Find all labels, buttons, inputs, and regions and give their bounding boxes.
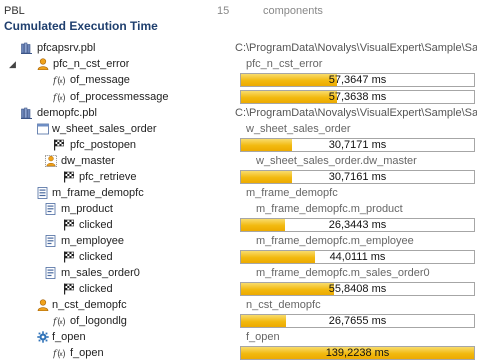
page-title: Cumulated Execution Time <box>4 19 158 33</box>
tree-item-label: pfc_postopen <box>70 139 137 151</box>
execution-time-bar: 57,3647 ms <box>240 73 475 87</box>
execution-time-bar: 26,3443 ms <box>240 218 475 232</box>
tree-item-label: demopfc.pbl <box>37 107 97 119</box>
tree-row-component[interactable]: m_product m_frame_demopfc.m_product <box>0 201 477 217</box>
menu-item-icon <box>45 235 57 247</box>
event-icon <box>53 139 65 151</box>
header-row: PBL 15 components <box>0 3 477 18</box>
tree-item-label: of_processmessage <box>70 91 169 103</box>
tree-item-label: f_open <box>52 331 86 343</box>
tree-row-method[interactable]: f(x) of_logondlg 26,7655 ms <box>0 313 477 329</box>
tree-item-label: dw_master <box>61 155 115 167</box>
execution-time-value: 55,8408 ms <box>328 283 387 295</box>
component-qualified-name: w_sheet_sales_order <box>246 123 351 135</box>
svg-text:): ) <box>62 317 65 327</box>
tree-item-label: clicked <box>79 219 113 231</box>
tree-row-method[interactable]: f(x) of_message 57,3647 ms <box>0 72 477 88</box>
svg-text:): ) <box>62 76 65 86</box>
tree-row-component[interactable]: m_sales_order0 m_frame_demopfc.m_sales_or… <box>0 265 477 281</box>
library-path: C:\ProgramData\Novalys\VisualExpert\Samp… <box>235 42 477 54</box>
tree-row-component[interactable]: ◢ pfc_n_cst_error pfc_n_cst_error <box>0 56 477 72</box>
execution-time-value: 57,3638 ms <box>328 91 387 103</box>
header-components-label: components <box>263 5 323 17</box>
tree-item-label: clicked <box>79 251 113 263</box>
tree-row-component[interactable]: m_employee m_frame_demopfc.m_employee <box>0 233 477 249</box>
global-function-icon <box>37 331 49 343</box>
tree-item-label: m_employee <box>61 235 124 247</box>
tree-item-label: n_cst_demopfc <box>52 299 127 311</box>
tree-row-component[interactable]: f_open f_open <box>0 329 477 345</box>
tree-row-component[interactable]: w_sheet_sales_order w_sheet_sales_order <box>0 121 477 137</box>
event-icon <box>63 283 75 295</box>
function-icon: f(x) <box>53 74 65 86</box>
tree-row-method[interactable]: pfc_retrieve 30,7161 ms <box>0 169 477 185</box>
tree-item-label: m_sales_order0 <box>61 267 140 279</box>
menu-item-icon <box>45 267 57 279</box>
tree-item-label: clicked <box>79 283 113 295</box>
execution-time-value: 57,3647 ms <box>328 74 387 86</box>
tree-item-label: of_logondlg <box>70 315 127 327</box>
execution-time-bar: 55,8408 ms <box>240 282 475 296</box>
header-count: 15 <box>217 5 230 17</box>
component-qualified-name: m_frame_demopfc.m_employee <box>256 235 414 247</box>
tree-row-component[interactable]: m_frame_demopfc m_frame_demopfc <box>0 185 477 201</box>
component-qualified-name: pfc_n_cst_error <box>246 58 323 70</box>
execution-time-value: 26,3443 ms <box>328 219 387 231</box>
function-icon: f(x) <box>53 91 65 103</box>
user-object-icon <box>37 58 49 70</box>
component-qualified-name: f_open <box>246 331 280 343</box>
user-object-icon <box>37 299 49 311</box>
header-pbl-label: PBL <box>4 5 25 17</box>
event-icon <box>63 219 75 231</box>
tree-item-label: f_open <box>70 347 104 359</box>
tree-row-method[interactable]: clicked 55,8408 ms <box>0 281 477 297</box>
svg-text:): ) <box>62 349 65 359</box>
execution-time-value: 30,7161 ms <box>328 171 387 183</box>
tree-row-component[interactable]: pfcapsrv.pbl C:\ProgramData\Novalys\Visua… <box>0 40 477 56</box>
tree-item-label: m_product <box>61 203 113 215</box>
execution-time-bar: 26,7655 ms <box>240 314 475 328</box>
execution-time-value: 30,7171 ms <box>328 139 387 151</box>
menu-icon <box>37 187 49 199</box>
tree-row-method[interactable]: clicked 44,0111 ms <box>0 249 477 265</box>
tree-item-label: pfcapsrv.pbl <box>37 42 96 54</box>
execution-time-value: 26,7655 ms <box>328 315 387 327</box>
svg-text:): ) <box>62 93 65 103</box>
library-path: C:\ProgramData\Novalys\VisualExpert\Samp… <box>235 107 477 119</box>
component-qualified-name: m_frame_demopfc.m_sales_order0 <box>256 267 430 279</box>
execution-time-bar: 30,7171 ms <box>240 138 475 152</box>
library-icon <box>21 107 33 119</box>
execution-time-value: 139,2238 ms <box>325 347 390 359</box>
tree-row-method[interactable]: pfc_postopen 30,7171 ms <box>0 137 477 153</box>
library-icon <box>21 42 33 54</box>
execution-time-value: 44,0111 ms <box>329 251 386 263</box>
function-icon: f(x) <box>53 347 65 359</box>
execution-time-bar: 139,2238 ms <box>240 346 475 360</box>
component-qualified-name: m_frame_demopfc <box>246 187 338 199</box>
event-icon <box>63 171 75 183</box>
tree-item-label: w_sheet_sales_order <box>52 123 157 135</box>
tree-item-label: pfc_retrieve <box>79 171 137 183</box>
execution-time-bar: 30,7161 ms <box>240 170 475 184</box>
component-qualified-name: n_cst_demopfc <box>246 299 321 311</box>
tree-row-component[interactable]: dw_master w_sheet_sales_order.dw_master <box>0 153 477 169</box>
datawindow-control-icon <box>45 155 57 167</box>
event-icon <box>63 251 75 263</box>
collapse-toggle-icon[interactable]: ◢ <box>9 59 19 69</box>
function-icon: f(x) <box>53 315 65 327</box>
component-qualified-name: m_frame_demopfc.m_product <box>256 203 403 215</box>
component-qualified-name: w_sheet_sales_order.dw_master <box>256 155 417 167</box>
execution-time-bar: 44,0111 ms <box>240 250 475 264</box>
tree-row-method[interactable]: f(x) f_open 139,2238 ms <box>0 345 477 361</box>
execution-time-bar: 57,3638 ms <box>240 90 475 104</box>
tree-item-label: of_message <box>70 74 130 86</box>
window-icon <box>37 123 49 135</box>
tree-item-label: m_frame_demopfc <box>52 187 144 199</box>
menu-item-icon <box>45 203 57 215</box>
tree-item-label: pfc_n_cst_error <box>53 58 130 70</box>
tree-row-component[interactable]: demopfc.pbl C:\ProgramData\Novalys\Visual… <box>0 105 477 121</box>
tree-row-component[interactable]: n_cst_demopfc n_cst_demopfc <box>0 297 477 313</box>
tree-row-method[interactable]: clicked 26,3443 ms <box>0 217 477 233</box>
tree-row-method[interactable]: f(x) of_processmessage 57,3638 ms <box>0 89 477 105</box>
